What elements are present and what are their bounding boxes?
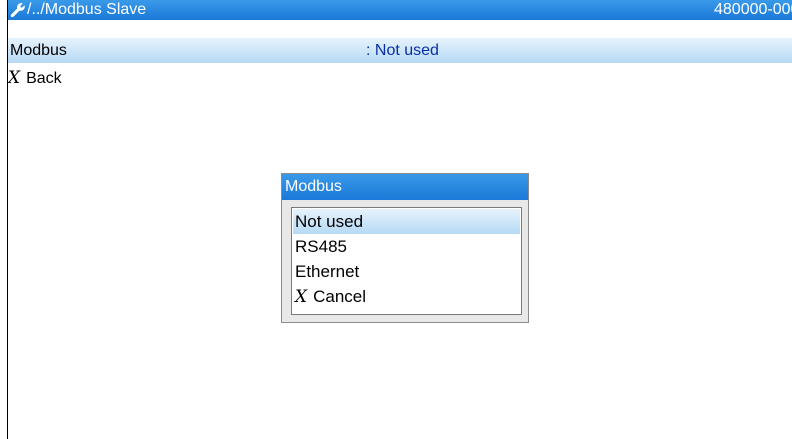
option-label: RS485 bbox=[295, 237, 347, 256]
x-mark-icon: X bbox=[8, 68, 21, 88]
option-ethernet[interactable]: Ethernet bbox=[293, 259, 520, 284]
title-bar: /../Modbus Slave 480000-000 bbox=[8, 0, 792, 20]
param-value: : Not used bbox=[366, 42, 439, 59]
modbus-selection-dialog: Modbus Not used RS485 Ethernet X Cancel bbox=[281, 173, 529, 323]
wrench-icon bbox=[10, 2, 26, 18]
param-label: Modbus bbox=[10, 42, 67, 59]
option-not-used[interactable]: Not used bbox=[293, 209, 520, 234]
option-cancel[interactable]: X Cancel bbox=[293, 284, 520, 309]
breadcrumb-path: /../Modbus Slave bbox=[27, 1, 147, 18]
option-rs485[interactable]: RS485 bbox=[293, 234, 520, 259]
x-mark-icon: X bbox=[295, 287, 308, 307]
option-label: Not used bbox=[295, 212, 364, 231]
back-label: Back bbox=[26, 70, 62, 87]
modbus-param-row[interactable]: Modbus : Not used bbox=[8, 38, 792, 63]
option-label: Cancel bbox=[313, 287, 367, 306]
dialog-title: Modbus bbox=[282, 174, 528, 200]
option-label: Ethernet bbox=[295, 262, 360, 281]
device-serial: 480000-000 bbox=[714, 1, 792, 18]
back-item[interactable]: X Back bbox=[8, 66, 62, 90]
option-list: Not used RS485 Ethernet X Cancel bbox=[291, 207, 522, 315]
device-screen: /../Modbus Slave 480000-000 Modbus : Not… bbox=[0, 0, 792, 439]
